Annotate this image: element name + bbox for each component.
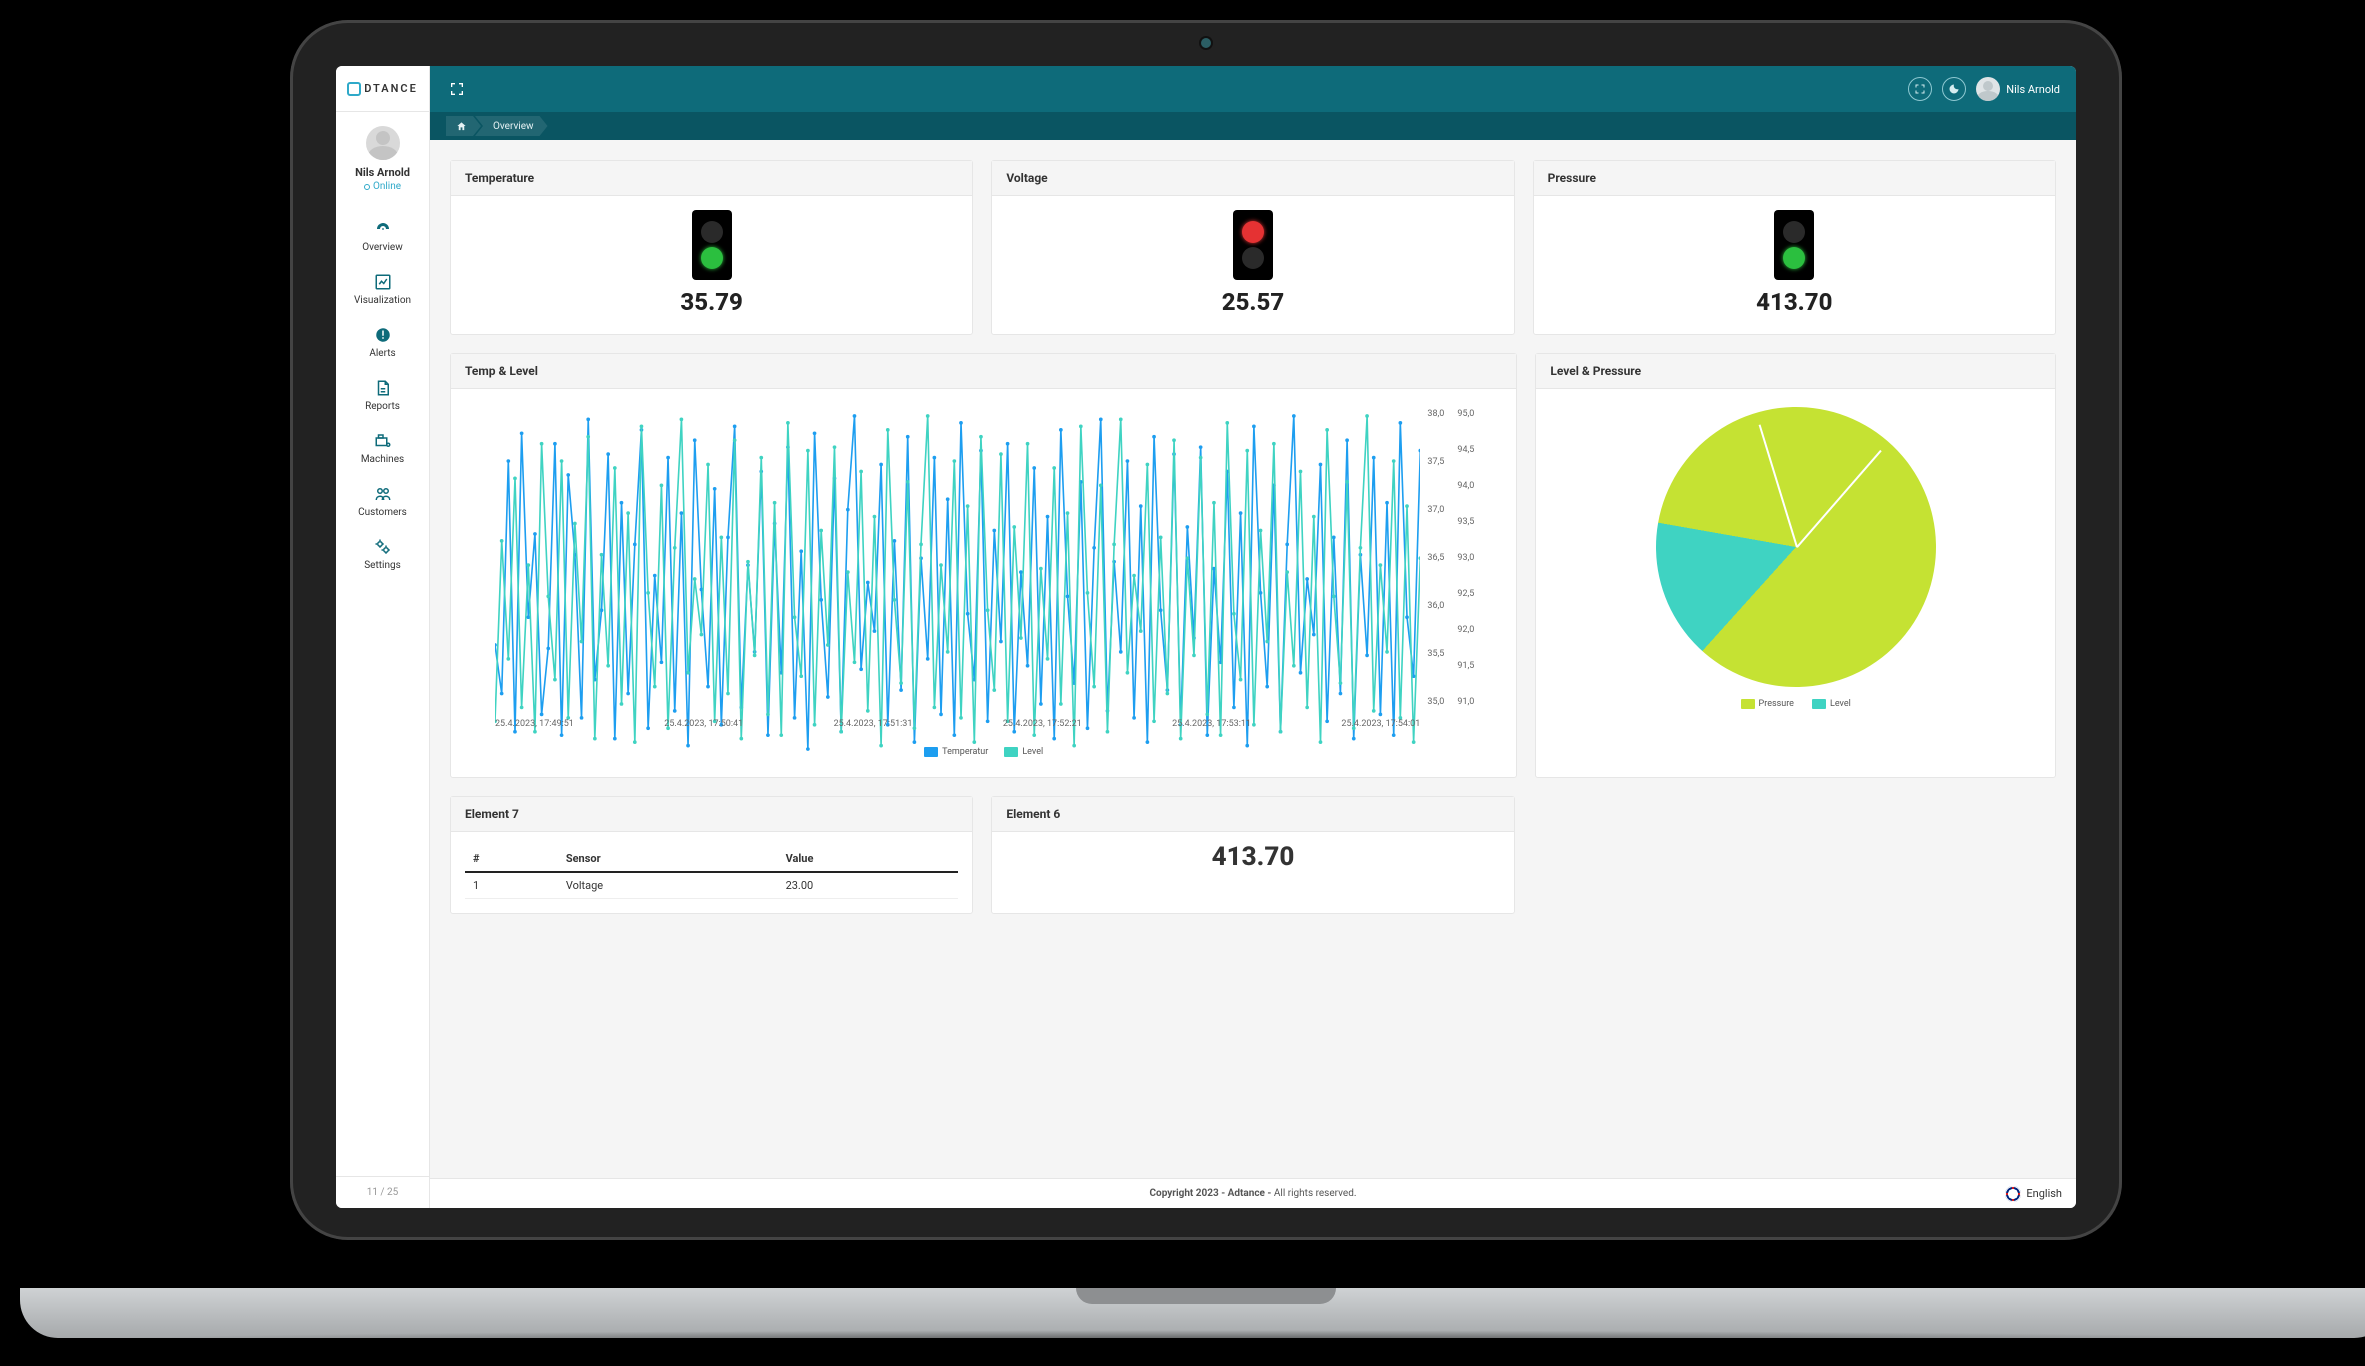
table-header-row: #SensorValue [465, 846, 958, 872]
card-temperature: Temperature 35.79 [450, 160, 973, 335]
card-title: Pressure [1534, 161, 2055, 196]
gauge-row: Temperature 35.79 Voltage [450, 160, 2056, 335]
light-red-off [701, 221, 723, 243]
home-icon [456, 121, 467, 132]
traffic-light-icon [1233, 210, 1273, 280]
alert-icon [374, 326, 392, 344]
footer-bar: Copyright 2023 - Adtance - All rights re… [430, 1178, 2076, 1208]
topbar-action-theme-button[interactable] [1942, 77, 1966, 101]
x-axis: 25.4.2023, 17:49:5125.4.2023, 17:50:4125… [495, 719, 1420, 729]
table-header: Value [778, 846, 959, 872]
chart-canvas [495, 409, 1420, 756]
card-voltage: Voltage 25.57 [991, 160, 1514, 335]
chart-legend: PressureLevel [1546, 699, 2045, 709]
gauge-value: 35.79 [461, 288, 962, 316]
y-axis-left: 38,037,537,036,536,035,535,0 [1418, 409, 1444, 707]
settings-icon [374, 538, 392, 556]
card-title: Temp & Level [451, 354, 1516, 389]
card-title: Voltage [992, 161, 1513, 196]
light-green-on [701, 247, 723, 269]
light-green-off [1242, 247, 1264, 269]
breadcrumb-overview[interactable]: Overview [475, 116, 548, 136]
table-header: # [465, 846, 558, 872]
element-7-table: #SensorValue 1Voltage23.00 [465, 846, 958, 899]
traffic-light-icon [1774, 210, 1814, 280]
sidebar-item-overview[interactable]: Overview [336, 210, 429, 263]
card-title: Element 7 [451, 797, 972, 832]
sidebar-item-reports[interactable]: Reports [336, 369, 429, 422]
breadcrumb-home[interactable] [446, 116, 481, 136]
sidebar-item-visualization[interactable]: Visualization [336, 263, 429, 316]
table-header: Sensor [558, 846, 778, 872]
traffic-light-icon [692, 210, 732, 280]
topbar-action-expand-button[interactable] [1908, 77, 1932, 101]
card-pressure: Pressure 413.70 [1533, 160, 2056, 335]
laptop-shadow [20, 1330, 2365, 1354]
fullscreen-toggle-button[interactable] [446, 78, 468, 100]
chart-icon [374, 273, 392, 291]
sidebar-user-name: Nils Arnold [340, 166, 425, 179]
sidebar-item-settings[interactable]: Settings [336, 528, 429, 581]
table-row[interactable]: 1Voltage23.00 [465, 872, 958, 899]
card-temp-level-chart: Temp & Level 38,037,537,036,536,035,535,… [450, 353, 1517, 778]
sidebar-user-status: Online [340, 181, 425, 192]
sidebar: DTANCE Nils Arnold Online Over [336, 66, 430, 1208]
language-switch[interactable]: English [2005, 1186, 2062, 1202]
breadcrumb: Overview [430, 112, 2076, 140]
light-green-on [1783, 247, 1805, 269]
brand-mark-icon [347, 82, 361, 96]
brand-name: DTANCE [364, 82, 418, 95]
status-indicator-icon [364, 184, 370, 190]
y-axis-right: 95,094,594,093,593,092,592,091,591,0 [1448, 409, 1474, 707]
avatar-icon [366, 126, 400, 160]
light-red-off [1783, 221, 1805, 243]
card-level-pressure-chart: Level & Pressure PressureLevel [1535, 353, 2056, 778]
card-element-7: Element 7 #SensorValue 1Voltage23.00 [450, 796, 973, 914]
line-chart[interactable]: 38,037,537,036,536,035,535,0 95,094,594,… [465, 403, 1502, 763]
customers-icon [374, 485, 392, 503]
card-title: Temperature [451, 161, 972, 196]
footer-copyright: Copyright 2023 - Adtance - All rights re… [1150, 1188, 1357, 1199]
sidebar-item-customers[interactable]: Customers [336, 475, 429, 528]
sidebar-item-alerts[interactable]: Alerts [336, 316, 429, 369]
sidebar-item-machines[interactable]: Machines [336, 422, 429, 475]
chart-legend: TemperaturLevel [465, 747, 1502, 757]
sidebar-user[interactable]: Nils Arnold Online [336, 112, 429, 202]
sidebar-nav: Overview Visualization Alerts [336, 202, 429, 581]
avatar-icon [1976, 77, 2000, 101]
gauge-value: 25.57 [1002, 288, 1503, 316]
dashboard-icon [374, 220, 392, 238]
element-6-value: 413.70 [992, 832, 1513, 878]
card-title: Level & Pressure [1536, 354, 2055, 389]
topbar-user[interactable]: Nils Arnold [1976, 77, 2060, 101]
sidebar-page-counter: 11 / 25 [336, 1176, 429, 1208]
light-red-on [1242, 221, 1264, 243]
brand-logo[interactable]: DTANCE [336, 66, 429, 112]
topbar-user-name: Nils Arnold [2006, 83, 2060, 96]
pie-chart[interactable] [1633, 385, 1957, 709]
report-icon [374, 379, 392, 397]
flag-uk-icon [2005, 1186, 2021, 1202]
topbar: Nils Arnold [430, 66, 2076, 112]
card-element-6: Element 6 413.70 [991, 796, 1514, 914]
machine-icon [374, 432, 392, 450]
laptop-camera [1201, 38, 1211, 48]
card-title: Element 6 [992, 797, 1513, 832]
content-area: Temperature 35.79 Voltage [430, 140, 2076, 1178]
gauge-value: 413.70 [1544, 288, 2045, 316]
